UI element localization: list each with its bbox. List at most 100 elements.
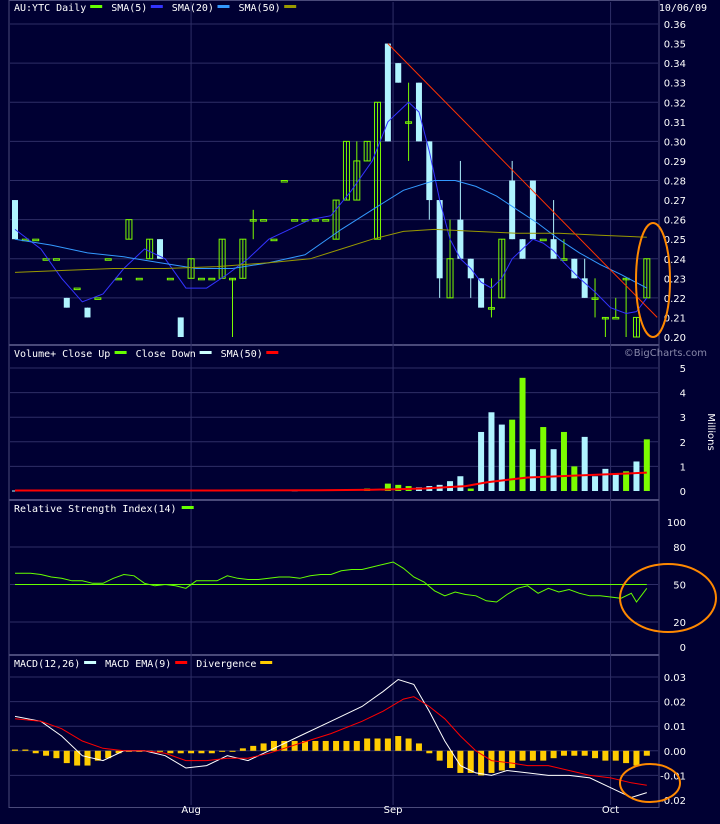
divergence-bar: [177, 750, 184, 754]
y-tick-label: 0.26: [664, 216, 686, 227]
legend-label: SMA(50): [221, 349, 263, 360]
legend-label: SMA(50): [239, 3, 281, 14]
y-tick-label: 0.00: [664, 747, 686, 758]
y-tick-label: 0.24: [664, 255, 686, 266]
divergence-bar: [415, 743, 422, 751]
divergence-bar: [322, 740, 329, 751]
chart-background: [0, 0, 720, 820]
stock-chart: AU:YTC Daily SMA(5) SMA(20) SMA(50) 10/06/0…: [0, 0, 720, 820]
divergence-bar: [529, 750, 536, 761]
y-tick-label: 20: [673, 618, 686, 629]
legend-label: Relative Strength Index(14): [14, 504, 177, 515]
divergence-bar: [250, 745, 257, 751]
y-tick-label: 0.27: [664, 196, 686, 207]
divergence-bar: [343, 740, 350, 751]
divergence-bar: [395, 736, 402, 751]
volume-bar: [457, 476, 464, 491]
legend-swatch: [260, 661, 273, 664]
volume-bar: [550, 449, 557, 491]
y-tick-label: 3: [680, 413, 686, 424]
divergence-bar: [374, 738, 381, 751]
divergence-bar: [612, 750, 619, 761]
y-tick-label: 0.22: [664, 294, 686, 305]
y-tick-label: 0.23: [664, 274, 686, 285]
divergence-bar: [592, 750, 599, 759]
y-tick-label: 0.34: [664, 59, 686, 70]
divergence-bar: [312, 740, 319, 751]
legend-label: Close Down: [136, 349, 196, 360]
x-tick-label: Aug: [181, 805, 201, 816]
y-tick-label: 0.03: [664, 673, 686, 684]
y-tick-label: 0.33: [664, 79, 686, 90]
y-tick-label: 0.36: [664, 20, 686, 31]
legend-label: SMA(5): [111, 3, 147, 14]
legend-swatch: [217, 5, 230, 8]
candle-body-down: [395, 63, 402, 83]
legend-label: MACD(12,26): [14, 659, 80, 670]
legend-swatch: [266, 351, 279, 354]
y-tick-label: 5: [680, 364, 686, 375]
divergence-bar: [540, 750, 547, 761]
y-tick-label: 0: [680, 487, 686, 498]
y-tick-label: 0.28: [664, 177, 686, 188]
y-tick-label: 0.31: [664, 118, 686, 129]
divergence-bar: [219, 750, 226, 752]
y-tick-label: 50: [673, 581, 686, 592]
volume-bar: [571, 466, 578, 491]
y-tick-label: 4: [680, 389, 686, 400]
legend-swatch: [175, 661, 188, 664]
divergence-bar: [633, 750, 640, 766]
legend-label: AU:YTC Daily: [14, 3, 86, 14]
price-y-axis: 0.36 0.35 0.34 0.33 0.32 0.31 0.30 0.29 0.28 0.27…: [664, 20, 686, 344]
divergence-bar: [581, 750, 588, 756]
volume-bar: [633, 461, 640, 491]
divergence-bar: [53, 750, 60, 759]
y-tick-label: -0.02: [660, 796, 686, 807]
legend-swatch: [284, 5, 297, 8]
legend-label: SMA(20): [172, 3, 214, 14]
y-tick-label: 0.32: [664, 98, 686, 109]
divergence-bar: [364, 738, 371, 751]
rsi-legend: Relative Strength Index(14): [14, 504, 194, 515]
candle-body-down: [177, 317, 184, 337]
y-tick-label: -0.01: [660, 771, 686, 782]
candle-body-down: [509, 180, 516, 240]
date-label: 10/06/09: [659, 3, 707, 14]
macd-legend: MACD(12,26) MACD EMA(9) Divergence: [14, 659, 273, 670]
legend-label: Divergence: [196, 659, 256, 670]
y-tick-label: 0: [680, 643, 686, 654]
divergence-bar: [560, 750, 567, 756]
legend-swatch: [199, 351, 212, 354]
divergence-bar: [333, 740, 340, 751]
volume-bar: [581, 436, 588, 491]
divergence-bar: [571, 750, 578, 756]
volume-bar: [602, 468, 609, 491]
volume-bar: [643, 439, 650, 491]
divergence-bar: [43, 750, 50, 756]
candle-body-down: [84, 307, 91, 318]
legend-label: Volume+ Close Up: [14, 349, 110, 360]
y-tick-label: 1: [680, 462, 686, 473]
legend-swatch: [90, 5, 103, 8]
divergence-bar: [436, 750, 443, 761]
volume-bar: [529, 449, 536, 491]
y-tick-label: 100: [667, 518, 686, 529]
divergence-bar: [32, 750, 39, 754]
volume-bar: [540, 427, 547, 491]
divergence-bar: [84, 750, 91, 766]
candle-body-down: [457, 219, 464, 259]
candle-body-down: [436, 200, 443, 279]
y-tick-label: 0.29: [664, 157, 686, 168]
divergence-bar: [498, 750, 505, 771]
divergence-bar: [188, 750, 195, 754]
divergence-bar: [602, 750, 609, 761]
divergence-bar: [509, 750, 516, 769]
divergence-bar: [426, 750, 433, 754]
divergence-bar: [353, 740, 360, 751]
watermark: ©BigCharts.com: [624, 348, 707, 359]
y-tick-label: 0.30: [664, 137, 686, 148]
volume-bar: [592, 476, 599, 491]
legend-swatch: [84, 661, 97, 664]
y-tick-label: 0.35: [664, 40, 686, 51]
divergence-bar: [12, 749, 18, 751]
